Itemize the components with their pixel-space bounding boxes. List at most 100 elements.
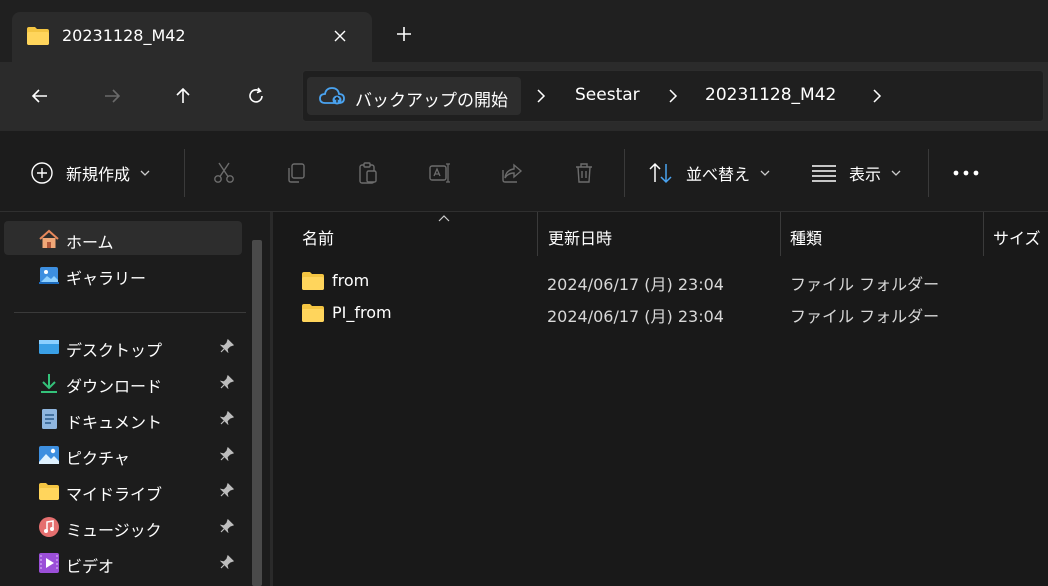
sidebar-item-desktop[interactable]: デスクトップ <box>4 329 242 363</box>
pin-icon <box>220 555 234 569</box>
toolbar-divider <box>624 149 625 197</box>
sidebar-item-music[interactable]: ミュージック <box>4 509 242 543</box>
view-button[interactable]: 表示 <box>811 159 901 187</box>
command-bar: 新規作成 並べ替え 表示 <box>0 130 1048 212</box>
home-icon <box>39 229 59 248</box>
sidebar-item-gallery[interactable]: ギャラリー <box>4 257 242 291</box>
column-header-size[interactable]: サイズ <box>993 212 1041 256</box>
chevron-right-icon[interactable] <box>533 88 549 104</box>
pin-icon <box>220 447 234 461</box>
arrow-left-icon <box>31 89 47 103</box>
chevron-right-icon[interactable] <box>665 88 681 104</box>
sidebar-item-label: ギャラリー <box>66 269 147 288</box>
pin-icon <box>220 483 234 497</box>
sidebar-item-home[interactable]: ホーム <box>4 221 242 255</box>
pictures-icon <box>39 446 59 464</box>
table-row[interactable]: from 2024/06/17 (月) 23:04 ファイル フォルダー <box>273 265 1048 297</box>
sidebar-item-label: ミュージック <box>66 521 162 540</box>
sidebar-item-downloads[interactable]: ダウンロード <box>4 365 242 399</box>
delete-button[interactable] <box>570 159 598 187</box>
rename-icon <box>429 163 450 183</box>
up-button[interactable] <box>167 80 199 112</box>
column-header-name[interactable]: 名前 <box>302 212 538 256</box>
file-name: from <box>332 271 370 290</box>
plus-icon <box>397 27 411 41</box>
back-button[interactable] <box>24 80 56 112</box>
copy-button[interactable] <box>282 159 310 187</box>
column-divider[interactable] <box>537 212 538 256</box>
copy-icon <box>288 163 305 183</box>
breadcrumb-seestar[interactable]: Seestar <box>575 85 640 105</box>
sidebar-item-label: ダウンロード <box>66 377 163 396</box>
sort-arrows-icon <box>649 162 672 184</box>
sidebar-item-documents[interactable]: ドキュメント <box>4 401 242 435</box>
toolbar-divider <box>928 149 929 197</box>
sort-button[interactable]: 並べ替え <box>648 159 770 187</box>
video-icon <box>39 553 59 573</box>
refresh-icon <box>249 87 263 103</box>
chevron-down-icon <box>760 170 770 176</box>
refresh-button[interactable] <box>240 80 272 112</box>
forward-button[interactable] <box>96 80 128 112</box>
new-button[interactable]: 新規作成 <box>30 159 150 187</box>
sidebar-item-my-drive[interactable]: マイドライブ <box>4 473 242 507</box>
folder-icon <box>26 26 50 50</box>
more-options-button[interactable] <box>950 159 982 187</box>
chevron-down-icon <box>140 170 150 176</box>
sidebar-divider <box>14 312 246 313</box>
tab-active[interactable]: 20231128_M42 <box>12 12 372 62</box>
sidebar-item-label: ビデオ <box>66 557 115 576</box>
file-modified: 2024/06/17 (月) 23:04 <box>547 307 724 326</box>
breadcrumb-current-folder[interactable]: 20231128_M42 <box>705 85 836 105</box>
folder-icon <box>39 483 59 500</box>
paste-button[interactable] <box>354 159 382 187</box>
sidebar-item-label: マイドライブ <box>66 485 163 504</box>
trash-icon <box>576 163 592 183</box>
pin-icon <box>220 411 234 425</box>
tab-title: 20231128_M42 <box>62 26 186 45</box>
view-button-label: 表示 <box>849 165 882 184</box>
share-button[interactable] <box>498 159 526 187</box>
address-bar[interactable]: バックアップの開始 Seestar 20231128_M42 <box>302 70 1044 122</box>
file-name: PI_from <box>332 303 392 322</box>
sidebar-item-label: ドキュメント <box>66 413 163 432</box>
chevron-down-icon <box>891 170 901 176</box>
breadcrumb-label: バックアップの開始 <box>355 91 508 111</box>
rename-button[interactable] <box>426 159 454 187</box>
table-row[interactable]: PI_from 2024/06/17 (月) 23:04 ファイル フォルダー <box>273 297 1048 329</box>
sidebar-item-pictures[interactable]: ピクチャ <box>4 437 242 471</box>
file-modified: 2024/06/17 (月) 23:04 <box>547 275 724 294</box>
column-header-label: 更新日時 <box>548 229 613 248</box>
new-button-label: 新規作成 <box>66 165 131 184</box>
column-divider[interactable] <box>780 212 781 256</box>
sidebar-scrollbar[interactable] <box>252 240 262 586</box>
file-type: ファイル フォルダー <box>790 307 940 326</box>
close-tab-button[interactable] <box>328 24 352 48</box>
toolbar-divider <box>184 149 185 197</box>
column-header-type[interactable]: 種類 <box>790 212 822 256</box>
clipboard-icon <box>359 162 377 184</box>
close-icon <box>334 30 346 42</box>
folder-icon <box>302 272 324 290</box>
column-divider[interactable] <box>983 212 984 256</box>
sort-button-label: 並べ替え <box>686 165 751 184</box>
column-header-label: 名前 <box>302 229 335 248</box>
sidebar-item-videos[interactable]: ビデオ <box>4 545 242 579</box>
column-header-label: サイズ <box>993 229 1041 248</box>
desktop-icon <box>39 340 59 354</box>
arrow-right-icon <box>105 89 121 103</box>
column-header-modified[interactable]: 更新日時 <box>548 212 612 256</box>
sidebar-item-label: ホーム <box>66 233 114 252</box>
pin-icon <box>220 375 234 389</box>
list-view-icon <box>812 165 836 182</box>
sidebar-item-label: ピクチャ <box>66 449 130 468</box>
breadcrumb-backup[interactable]: バックアップの開始 <box>307 77 521 115</box>
scissors-icon <box>214 162 234 183</box>
new-tab-button[interactable] <box>392 22 416 46</box>
document-icon <box>42 409 57 429</box>
cut-button[interactable] <box>210 159 238 187</box>
pin-icon <box>220 339 234 353</box>
chevron-right-icon[interactable] <box>869 88 885 104</box>
file-list: 名前 更新日時 種類 サイズ from 2024/06/17 (月) 23:04… <box>273 212 1048 586</box>
music-icon <box>39 517 59 537</box>
